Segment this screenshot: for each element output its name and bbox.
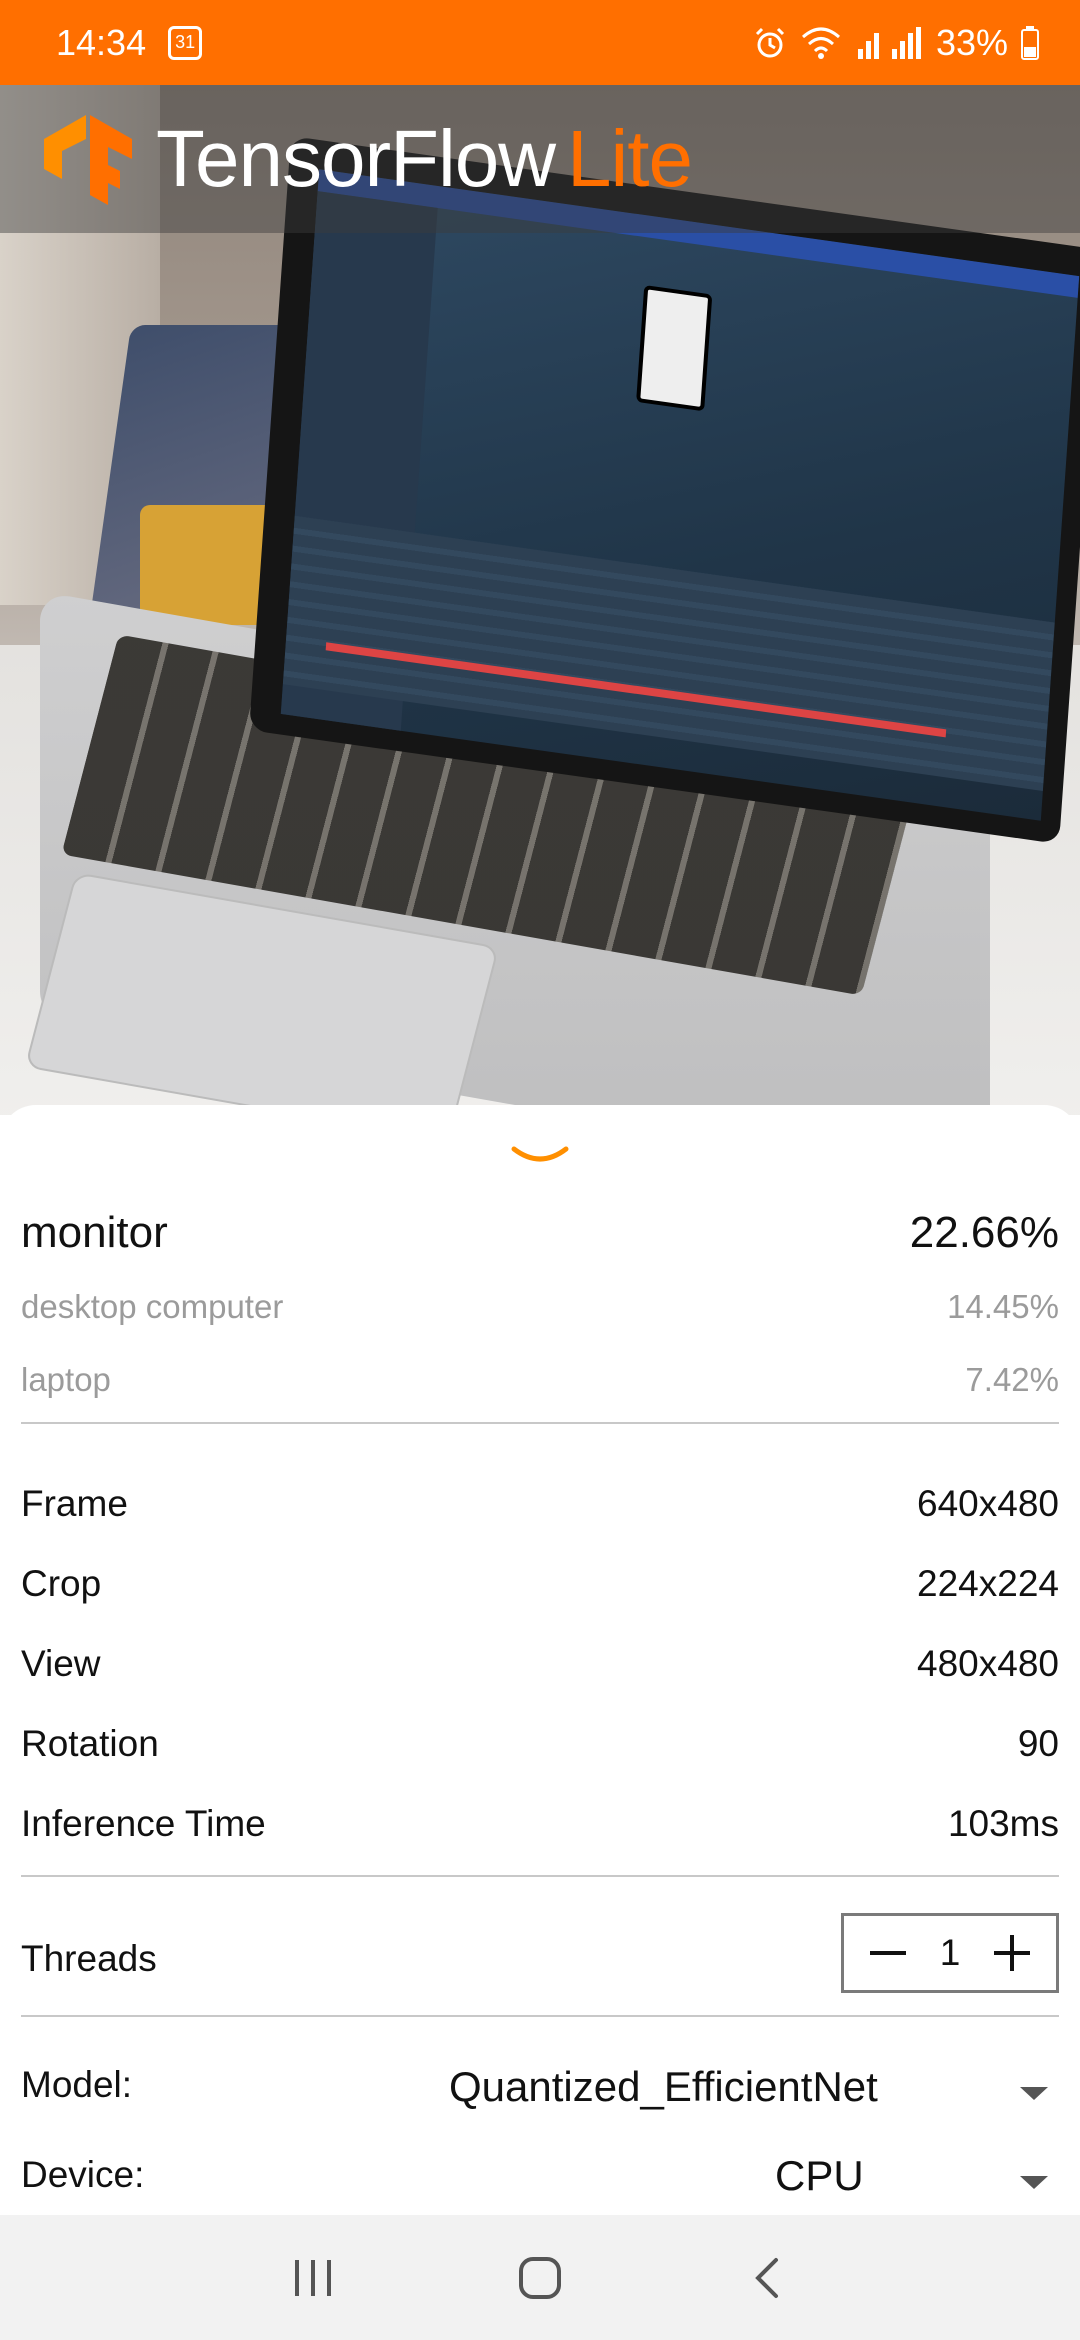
prediction-row-2: desktop computer 14.45%: [21, 1284, 1059, 1330]
wifi-icon: [801, 27, 840, 59]
divider: [21, 1875, 1059, 1877]
alarm-icon: [755, 27, 784, 57]
chevron-down-icon[interactable]: [510, 1143, 570, 1173]
device-label: Device:: [21, 2154, 145, 2195]
info-row-view: View 480x480: [21, 1639, 1059, 1689]
info-label: Rotation: [21, 1723, 159, 1764]
info-label: Crop: [21, 1563, 102, 1604]
home-button[interactable]: [500, 2238, 580, 2318]
calendar-day: 31: [175, 32, 196, 52]
prediction-score: 22.66%: [909, 1208, 1059, 1257]
divider: [21, 2015, 1059, 2017]
status-time: 14:34: [56, 21, 147, 63]
back-icon: [754, 2257, 778, 2298]
info-row-crop: Crop 224x224: [21, 1559, 1059, 1609]
info-value: 103ms: [947, 1803, 1059, 1844]
minus-icon[interactable]: [868, 1933, 908, 1973]
info-value: 640x480: [917, 1483, 1059, 1524]
prediction-score: 7.42%: [965, 1361, 1059, 1398]
model-label: Model:: [21, 2064, 133, 2105]
info-label: Inference Time: [21, 1803, 266, 1844]
calendar-icon: 31: [168, 25, 203, 60]
info-value: 224x224: [917, 1563, 1059, 1604]
app-header: TensorFlow Lite: [0, 85, 1080, 233]
model-dropdown-icon[interactable]: [1020, 2087, 1048, 2100]
system-nav-bar: [0, 2215, 1080, 2340]
battery-percent: 33%: [935, 21, 1008, 63]
battery-icon: [1021, 25, 1039, 60]
threads-value: 1: [939, 1932, 961, 1973]
prediction-row-1: monitor 22.66%: [21, 1205, 1059, 1261]
info-row-inference-time: Inference Time 103ms: [21, 1799, 1059, 1849]
info-label: Frame: [21, 1483, 128, 1524]
device-select-value[interactable]: CPU: [775, 2152, 864, 2200]
laptop-screen: [280, 169, 1080, 821]
status-bar: 14:34 31 33%: [0, 0, 1080, 85]
signal-icon: [857, 26, 921, 59]
back-button[interactable]: [727, 2238, 807, 2318]
prediction-label: laptop: [21, 1361, 111, 1398]
prediction-label: monitor: [21, 1208, 168, 1257]
tensorflow-logo-icon: [44, 115, 132, 205]
brand-suffix: Lite: [567, 114, 693, 203]
camera-preview: [0, 85, 1080, 1115]
recent-apps-button[interactable]: [273, 2238, 353, 2318]
model-select-value[interactable]: Quantized_EfficientNet: [449, 2063, 878, 2111]
recent-apps-icon: [295, 2259, 332, 2296]
threads-row: Threads 1: [21, 1911, 1059, 1995]
prediction-score: 14.45%: [947, 1288, 1059, 1325]
threads-stepper: 1: [841, 1913, 1059, 1993]
app-title: TensorFlow Lite: [156, 113, 693, 205]
prediction-row-3: laptop 7.42%: [21, 1357, 1059, 1403]
info-value: 480x480: [917, 1643, 1059, 1684]
info-label: View: [21, 1643, 101, 1684]
bottom-sheet: monitor 22.66% desktop computer 14.45% l…: [0, 1105, 1080, 2215]
home-icon: [518, 2256, 561, 2299]
info-row-rotation: Rotation 90: [21, 1719, 1059, 1769]
plus-icon[interactable]: [992, 1933, 1032, 1973]
info-value: 90: [1017, 1723, 1059, 1764]
prediction-label: desktop computer: [21, 1288, 284, 1325]
info-row-frame: Frame 640x480: [21, 1479, 1059, 1529]
divider: [21, 1422, 1059, 1424]
device-row[interactable]: Device:: [21, 2145, 1059, 2205]
device-dropdown-icon[interactable]: [1020, 2176, 1048, 2189]
brand-name: TensorFlow: [156, 114, 556, 203]
threads-label: Threads: [21, 1938, 157, 1979]
